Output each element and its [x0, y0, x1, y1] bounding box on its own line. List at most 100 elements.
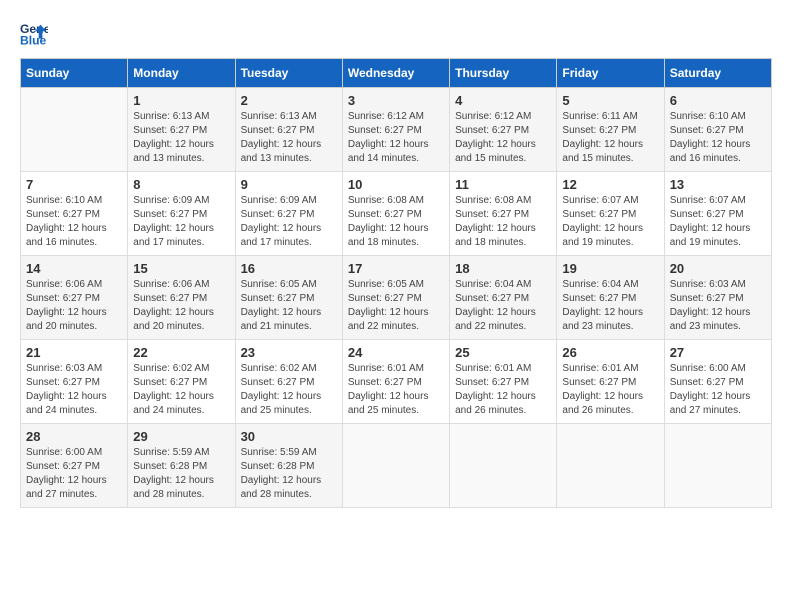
day-number: 4 [455, 93, 551, 108]
day-info: Sunrise: 6:01 AM Sunset: 6:27 PM Dayligh… [348, 362, 444, 418]
day-info: Sunrise: 5:59 AM Sunset: 6:28 PM Dayligh… [133, 446, 229, 502]
day-number: 16 [241, 261, 337, 276]
day-info: Sunrise: 6:02 AM Sunset: 6:27 PM Dayligh… [241, 362, 337, 418]
day-cell: 3 Sunrise: 6:12 AM Sunset: 6:27 PM Daylig… [342, 88, 449, 172]
day-number: 29 [133, 429, 229, 444]
day-info: Sunrise: 6:04 AM Sunset: 6:27 PM Dayligh… [455, 278, 551, 334]
day-cell: 22 Sunrise: 6:02 AM Sunset: 6:27 PM Dayli… [128, 340, 235, 424]
day-cell: 12 Sunrise: 6:07 AM Sunset: 6:27 PM Dayli… [557, 172, 664, 256]
day-info: Sunrise: 6:01 AM Sunset: 6:27 PM Dayligh… [455, 362, 551, 418]
day-cell: 16 Sunrise: 6:05 AM Sunset: 6:27 PM Dayli… [235, 256, 342, 340]
day-number: 1 [133, 93, 229, 108]
header-cell-monday: Monday [128, 59, 235, 88]
day-info: Sunrise: 6:08 AM Sunset: 6:27 PM Dayligh… [348, 194, 444, 250]
logo-icon: General Blue [20, 20, 48, 48]
header-row: SundayMondayTuesdayWednesdayThursdayFrid… [21, 59, 772, 88]
day-number: 8 [133, 177, 229, 192]
day-number: 12 [562, 177, 658, 192]
day-number: 24 [348, 345, 444, 360]
day-cell: 28 Sunrise: 6:00 AM Sunset: 6:27 PM Dayli… [21, 424, 128, 508]
day-cell: 30 Sunrise: 5:59 AM Sunset: 6:28 PM Dayli… [235, 424, 342, 508]
day-info: Sunrise: 6:08 AM Sunset: 6:27 PM Dayligh… [455, 194, 551, 250]
day-info: Sunrise: 6:07 AM Sunset: 6:27 PM Dayligh… [562, 194, 658, 250]
day-info: Sunrise: 5:59 AM Sunset: 6:28 PM Dayligh… [241, 446, 337, 502]
day-cell [664, 424, 771, 508]
day-number: 10 [348, 177, 444, 192]
week-row-2: 7 Sunrise: 6:10 AM Sunset: 6:27 PM Daylig… [21, 172, 772, 256]
day-cell [450, 424, 557, 508]
day-number: 5 [562, 93, 658, 108]
day-info: Sunrise: 6:00 AM Sunset: 6:27 PM Dayligh… [26, 446, 122, 502]
day-cell: 11 Sunrise: 6:08 AM Sunset: 6:27 PM Dayli… [450, 172, 557, 256]
day-cell: 29 Sunrise: 5:59 AM Sunset: 6:28 PM Dayli… [128, 424, 235, 508]
week-row-5: 28 Sunrise: 6:00 AM Sunset: 6:27 PM Dayli… [21, 424, 772, 508]
day-cell [342, 424, 449, 508]
day-number: 30 [241, 429, 337, 444]
calendar-table: SundayMondayTuesdayWednesdayThursdayFrid… [20, 58, 772, 508]
day-info: Sunrise: 6:12 AM Sunset: 6:27 PM Dayligh… [348, 110, 444, 166]
day-cell: 25Sunrise: 6:01 AM Sunset: 6:27 PM Dayli… [450, 340, 557, 424]
day-cell: 27 Sunrise: 6:00 AM Sunset: 6:27 PM Dayli… [664, 340, 771, 424]
day-info: Sunrise: 6:05 AM Sunset: 6:27 PM Dayligh… [348, 278, 444, 334]
day-number: 18 [455, 261, 551, 276]
day-number: 22 [133, 345, 229, 360]
day-cell: 21 Sunrise: 6:03 AM Sunset: 6:27 PM Dayli… [21, 340, 128, 424]
day-cell: 24 Sunrise: 6:01 AM Sunset: 6:27 PM Dayli… [342, 340, 449, 424]
day-cell: 20 Sunrise: 6:03 AM Sunset: 6:27 PM Dayli… [664, 256, 771, 340]
day-number: 6 [670, 93, 766, 108]
header-cell-tuesday: Tuesday [235, 59, 342, 88]
day-cell: 23Sunrise: 6:02 AM Sunset: 6:27 PM Dayli… [235, 340, 342, 424]
day-number: 21 [26, 345, 122, 360]
day-info: Sunrise: 6:03 AM Sunset: 6:27 PM Dayligh… [26, 362, 122, 418]
header-cell-wednesday: Wednesday [342, 59, 449, 88]
day-number: 27 [670, 345, 766, 360]
day-cell: 7 Sunrise: 6:10 AM Sunset: 6:27 PM Daylig… [21, 172, 128, 256]
day-cell: 18 Sunrise: 6:04 AM Sunset: 6:27 PM Dayli… [450, 256, 557, 340]
calendar-header: SundayMondayTuesdayWednesdayThursdayFrid… [21, 59, 772, 88]
day-cell: 19 Sunrise: 6:04 AM Sunset: 6:27 PM Dayli… [557, 256, 664, 340]
day-cell: 8Sunrise: 6:09 AM Sunset: 6:27 PM Daylig… [128, 172, 235, 256]
day-number: 3 [348, 93, 444, 108]
day-cell [21, 88, 128, 172]
day-info: Sunrise: 6:02 AM Sunset: 6:27 PM Dayligh… [133, 362, 229, 418]
day-number: 15 [133, 261, 229, 276]
day-number: 7 [26, 177, 122, 192]
week-row-3: 14 Sunrise: 6:06 AM Sunset: 6:27 PM Dayli… [21, 256, 772, 340]
day-cell: 10 Sunrise: 6:08 AM Sunset: 6:27 PM Dayli… [342, 172, 449, 256]
day-number: 11 [455, 177, 551, 192]
day-info: Sunrise: 6:10 AM Sunset: 6:27 PM Dayligh… [670, 110, 766, 166]
header-cell-sunday: Sunday [21, 59, 128, 88]
svg-text:Blue: Blue [20, 33, 47, 47]
day-cell: 1Sunrise: 6:13 AM Sunset: 6:27 PM Daylig… [128, 88, 235, 172]
day-number: 9 [241, 177, 337, 192]
day-number: 19 [562, 261, 658, 276]
header-cell-thursday: Thursday [450, 59, 557, 88]
day-cell: 17 Sunrise: 6:05 AM Sunset: 6:27 PM Dayli… [342, 256, 449, 340]
week-row-4: 21 Sunrise: 6:03 AM Sunset: 6:27 PM Dayli… [21, 340, 772, 424]
day-number: 17 [348, 261, 444, 276]
day-info: Sunrise: 6:04 AM Sunset: 6:27 PM Dayligh… [562, 278, 658, 334]
day-number: 28 [26, 429, 122, 444]
day-info: Sunrise: 6:01 AM Sunset: 6:27 PM Dayligh… [562, 362, 658, 418]
calendar-body: 1Sunrise: 6:13 AM Sunset: 6:27 PM Daylig… [21, 88, 772, 508]
day-cell: 26 Sunrise: 6:01 AM Sunset: 6:27 PM Dayli… [557, 340, 664, 424]
day-info: Sunrise: 6:07 AM Sunset: 6:27 PM Dayligh… [670, 194, 766, 250]
day-cell: 4 Sunrise: 6:12 AM Sunset: 6:27 PM Daylig… [450, 88, 557, 172]
header-cell-friday: Friday [557, 59, 664, 88]
day-info: Sunrise: 6:00 AM Sunset: 6:27 PM Dayligh… [670, 362, 766, 418]
day-number: 20 [670, 261, 766, 276]
day-number: 14 [26, 261, 122, 276]
day-number: 26 [562, 345, 658, 360]
day-info: Sunrise: 6:11 AM Sunset: 6:27 PM Dayligh… [562, 110, 658, 166]
day-info: Sunrise: 6:05 AM Sunset: 6:27 PM Dayligh… [241, 278, 337, 334]
day-info: Sunrise: 6:06 AM Sunset: 6:27 PM Dayligh… [26, 278, 122, 334]
day-info: Sunrise: 6:12 AM Sunset: 6:27 PM Dayligh… [455, 110, 551, 166]
day-cell: 15Sunrise: 6:06 AM Sunset: 6:27 PM Dayli… [128, 256, 235, 340]
day-cell [557, 424, 664, 508]
day-cell: 13Sunrise: 6:07 AM Sunset: 6:27 PM Dayli… [664, 172, 771, 256]
day-info: Sunrise: 6:03 AM Sunset: 6:27 PM Dayligh… [670, 278, 766, 334]
day-info: Sunrise: 6:10 AM Sunset: 6:27 PM Dayligh… [26, 194, 122, 250]
day-cell: 6 Sunrise: 6:10 AM Sunset: 6:27 PM Daylig… [664, 88, 771, 172]
day-cell: 9Sunrise: 6:09 AM Sunset: 6:27 PM Daylig… [235, 172, 342, 256]
page-header: General Blue [20, 20, 772, 48]
